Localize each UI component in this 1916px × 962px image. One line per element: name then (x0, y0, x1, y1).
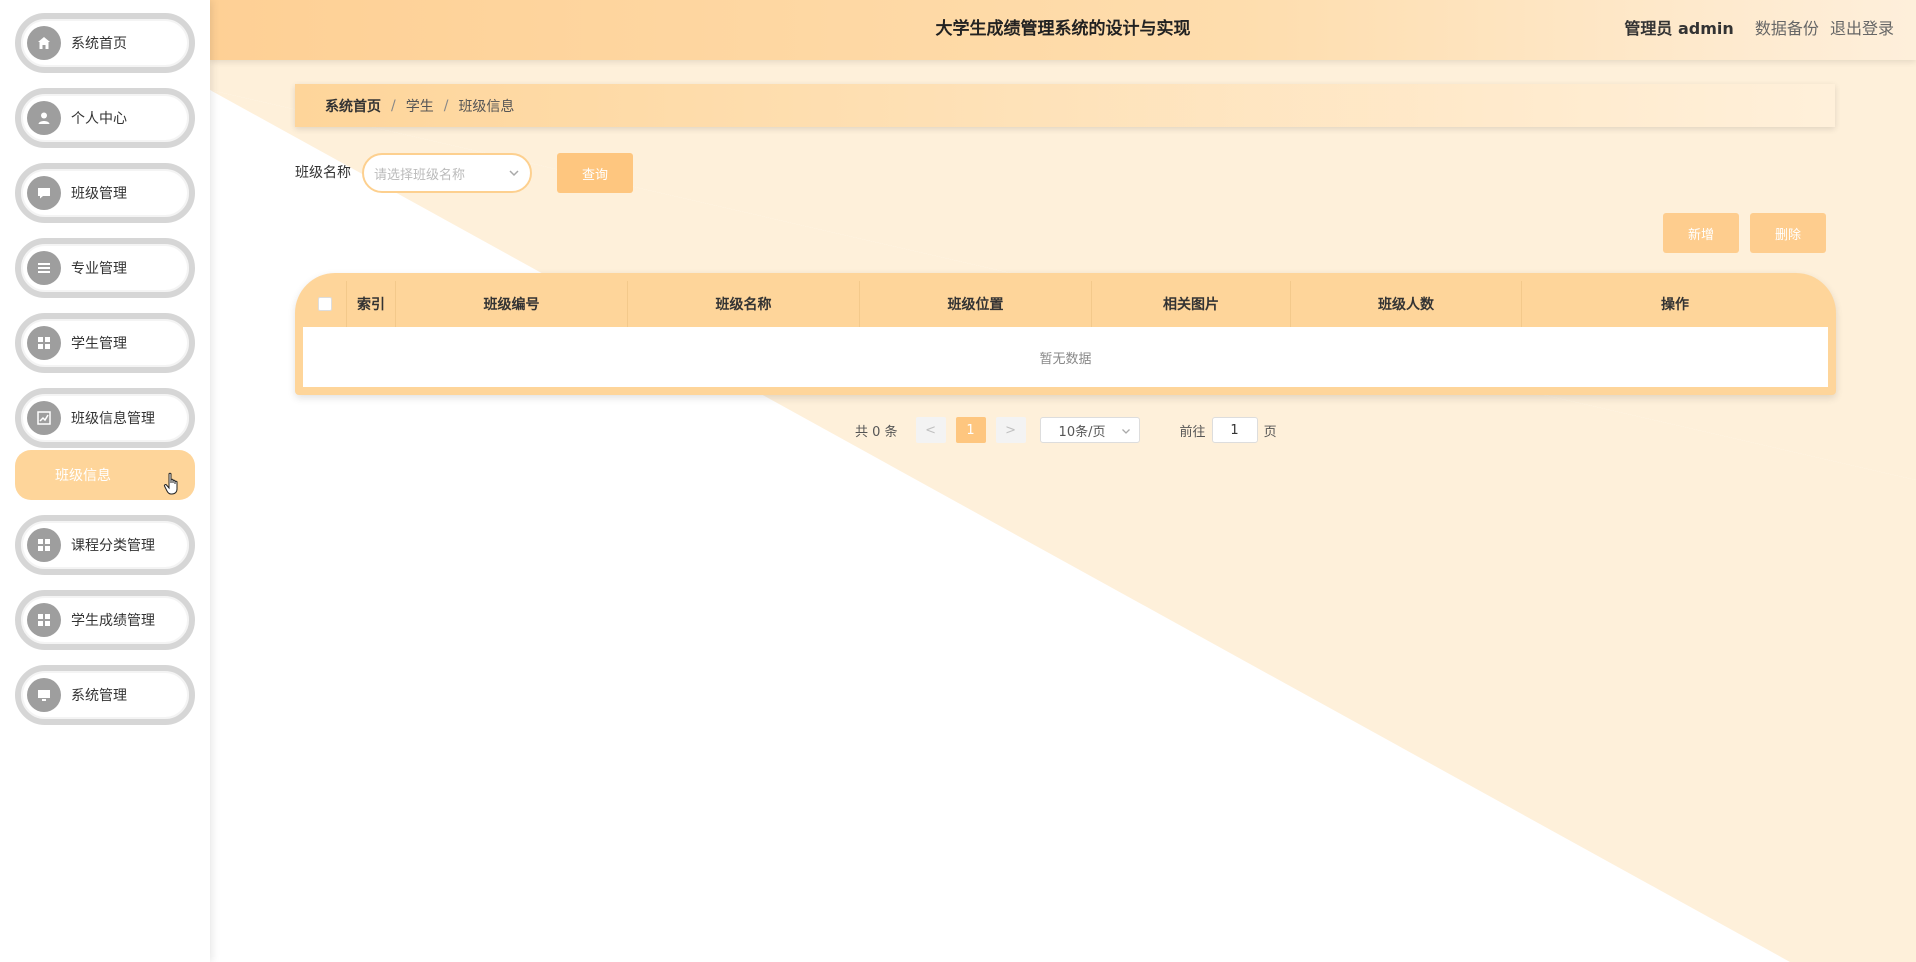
sidebar-item-label: 学生管理 (71, 336, 127, 352)
sidebar-item-class-info-management[interactable]: 班级信息管理 (15, 388, 195, 448)
header-user-area: 管理员 admin 数据备份 退出登录 (1624, 0, 1894, 58)
select-all-cell (303, 281, 347, 327)
breadcrumb-level1: 学生 (405, 98, 434, 115)
current-user: 管理员 admin (1624, 19, 1734, 38)
column-header: 班级编号 (396, 281, 628, 327)
background-decoration (210, 60, 1916, 962)
home-icon (27, 26, 61, 60)
empty-text: 暂无数据 (1039, 351, 1092, 367)
user-icon (27, 101, 61, 135)
top-header: 大学生成绩管理系统的设计与实现 管理员 admin 数据备份 退出登录 (210, 0, 1916, 60)
hand-cursor-icon (163, 472, 178, 495)
prev-page-button[interactable]: < (915, 417, 946, 443)
sidebar-item-student-management[interactable]: 学生管理 (15, 313, 195, 373)
sidebar: 系统首页 个人中心 班级管理 专业管理 学生管理 班级信息管理 班级信息 课程分… (0, 0, 210, 962)
grid-icon (27, 603, 61, 637)
sidebar-item-class-management[interactable]: 班级管理 (15, 163, 195, 223)
sidebar-item-score-management[interactable]: 学生成绩管理 (15, 590, 195, 650)
sidebar-item-label: 学生成绩管理 (71, 613, 155, 629)
delete-button[interactable]: 删除 (1750, 213, 1826, 253)
chevron-down-icon (1121, 429, 1130, 434)
data-table: 索引 班级编号 班级名称 班级位置 相关图片 班级人数 操作 暂无数据 (295, 273, 1836, 395)
page-number-1[interactable]: 1 (955, 417, 986, 443)
chat-icon (27, 176, 61, 210)
sidebar-item-label: 专业管理 (71, 261, 127, 277)
column-header: 索引 (347, 281, 396, 327)
sidebar-item-label: 班级信息管理 (71, 411, 155, 427)
sidebar-item-personal-center[interactable]: 个人中心 (15, 88, 195, 148)
pagination: 共 0 条 < 1 > 10条/页 前往 页 (855, 417, 1277, 443)
class-name-label: 班级名称 (295, 165, 351, 181)
sidebar-item-major-management[interactable]: 专业管理 (15, 238, 195, 298)
table-header: 索引 班级编号 班级名称 班级位置 相关图片 班级人数 操作 (303, 281, 1828, 327)
data-backup-link[interactable]: 数据备份 (1755, 19, 1819, 38)
page-size-value: 10条/页 (1058, 424, 1106, 440)
breadcrumb-current: 班级信息 (458, 98, 515, 115)
column-header: 相关图片 (1092, 281, 1291, 327)
sidebar-subitem-label: 班级信息 (55, 468, 111, 484)
column-header: 班级名称 (628, 281, 860, 327)
sidebar-item-course-category-management[interactable]: 课程分类管理 (15, 515, 195, 575)
sidebar-item-home[interactable]: 系统首页 (15, 13, 195, 73)
goto-page-input[interactable] (1211, 417, 1258, 443)
select-all-checkbox[interactable] (317, 297, 332, 311)
sidebar-item-label: 课程分类管理 (71, 538, 155, 554)
sidebar-item-label: 班级管理 (71, 186, 127, 202)
class-name-placeholder: 请选择班级名称 (374, 167, 466, 183)
breadcrumb-separator: / (443, 97, 449, 114)
page-size-select[interactable]: 10条/页 (1039, 417, 1140, 443)
grid-icon (27, 326, 61, 360)
grid-icon (27, 528, 61, 562)
add-button[interactable]: 新增 (1663, 213, 1739, 253)
sidebar-item-label: 系统首页 (71, 36, 127, 52)
column-header: 班级人数 (1291, 281, 1522, 327)
monitor-icon (27, 678, 61, 712)
query-button[interactable]: 查询 (557, 153, 633, 193)
page-unit-label: 页 (1263, 424, 1277, 440)
sidebar-item-label: 系统管理 (71, 688, 127, 704)
column-header: 班级位置 (860, 281, 1092, 327)
breadcrumb-separator: / (391, 97, 396, 114)
next-page-button[interactable]: > (995, 417, 1026, 443)
sidebar-item-label: 个人中心 (71, 111, 127, 127)
breadcrumb: 系统首页 / 学生 / 班级信息 (295, 84, 1835, 127)
breadcrumb-home[interactable]: 系统首页 (325, 96, 381, 116)
chevron-down-icon (509, 170, 519, 177)
logout-link[interactable]: 退出登录 (1830, 19, 1894, 38)
chart-icon (27, 401, 61, 435)
column-header: 操作 (1661, 297, 1689, 313)
class-name-select[interactable]: 请选择班级名称 (362, 153, 532, 193)
sidebar-item-system-management[interactable]: 系统管理 (15, 665, 195, 725)
total-count: 共 0 条 (855, 424, 898, 440)
list-icon (27, 251, 61, 285)
goto-label: 前往 (1179, 424, 1206, 440)
table-empty-row: 暂无数据 (303, 327, 1828, 387)
